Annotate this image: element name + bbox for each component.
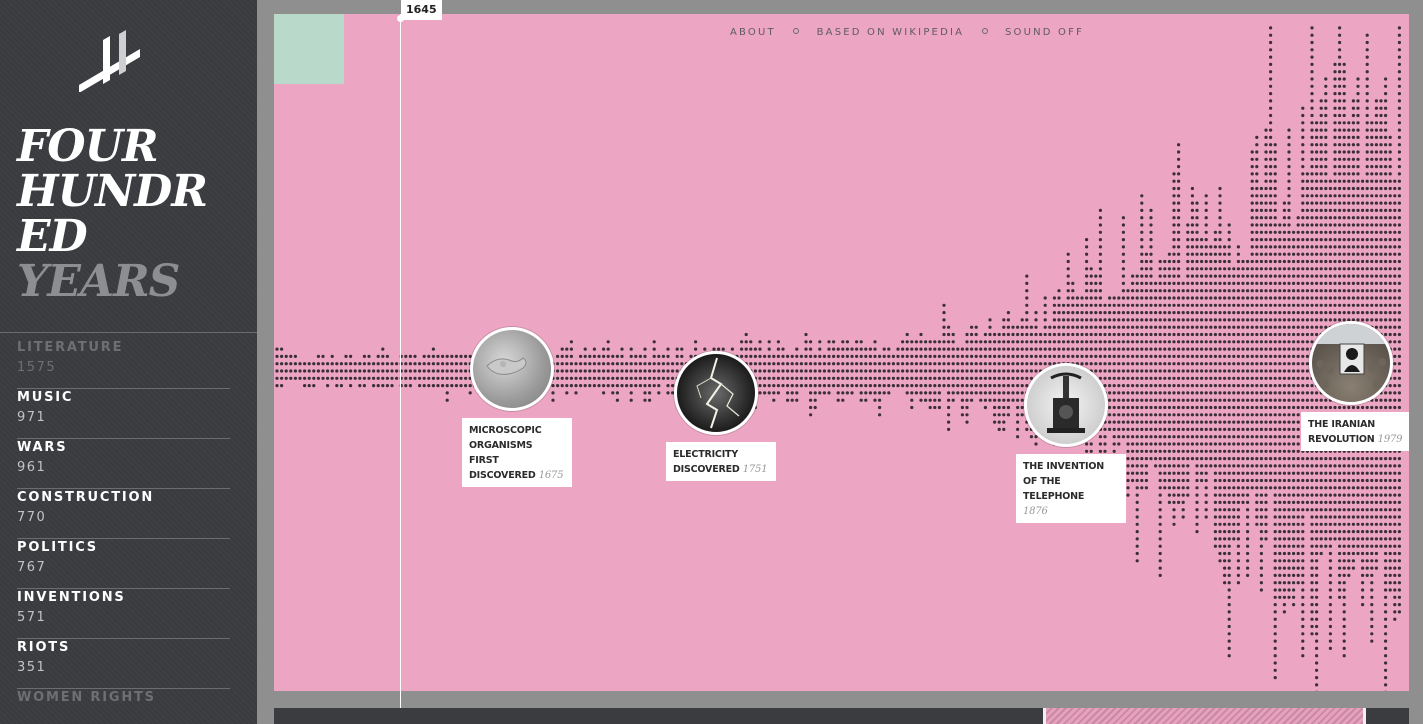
nav-separator-icon (981, 28, 988, 34)
category-count: 351 (17, 660, 47, 675)
category-count: 1575 (17, 360, 57, 375)
event-title: ELECTRICITY DISCOVERED (673, 449, 740, 475)
event-year: 1876 (1023, 506, 1048, 517)
sidebar: FOUR HUNDR ED YEARS LITERATURE 1575 MUSI… (0, 0, 257, 724)
event-label-iranian-revolution[interactable]: THE IRANIAN REVOLUTION 1979 (1301, 412, 1409, 451)
category-name: MUSIC (17, 390, 74, 405)
category-name: WOMEN RIGHTS (17, 690, 156, 705)
nav-wikipedia-link[interactable]: BASED ON WIKIPEDIA (817, 27, 965, 38)
sidebar-divider (0, 332, 257, 333)
category-count: 767 (17, 560, 47, 575)
microorganism-photo-icon (486, 357, 527, 375)
nav-separator-icon (793, 28, 800, 34)
category-women-rights[interactable]: WOMEN RIGHTS (17, 689, 230, 724)
category-name: CONSTRUCTION (17, 490, 155, 505)
nav-sound-toggle[interactable]: SOUND OFF (1005, 27, 1084, 38)
event-year: 1675 (538, 470, 564, 481)
event-label-microorganisms[interactable]: MICROSCOPIC ORGANISMS FIRST DISCOVERED 1… (462, 418, 572, 487)
event-label-telephone[interactable]: THE INVENTION OF THE TELEPHONE 1876 (1016, 454, 1126, 523)
event-title: THE INVENTION OF THE TELEPHONE (1023, 461, 1104, 502)
category-count: 971 (17, 410, 47, 425)
title-accent: YEARS (17, 256, 180, 307)
timeline-cursor-year: 1645 (401, 0, 442, 20)
category-name: LITERATURE (17, 340, 124, 355)
event-label-electricity[interactable]: ELECTRICITY DISCOVERED 1751 (666, 442, 776, 481)
category-name: POLITICS (17, 540, 98, 555)
app-title: FOUR HUNDR ED YEARS (17, 124, 247, 304)
event-title: THE IRANIAN REVOLUTION (1308, 419, 1376, 445)
category-count: 770 (17, 510, 47, 525)
category-name: WARS (17, 440, 68, 455)
top-nav: ABOUT BASED ON WIKIPEDIA SOUND OFF (730, 27, 1084, 38)
category-list: LITERATURE 1575 MUSIC 971 WARS 961 CONST… (17, 339, 230, 724)
category-count: 571 (17, 610, 47, 625)
event-image-telephone[interactable] (1024, 363, 1108, 447)
timeline-overview-window[interactable] (1043, 708, 1366, 724)
event-title: MICROSCOPIC ORGANISMS FIRST DISCOVERED (469, 425, 542, 481)
category-riots[interactable]: RIOTS 351 (17, 639, 230, 689)
title-line-1: FOUR (17, 121, 159, 172)
event-image-iranian-revolution[interactable] (1309, 321, 1393, 405)
nav-about-link[interactable]: ABOUT (730, 27, 776, 38)
category-politics[interactable]: POLITICS 767 (17, 539, 230, 589)
dot-waveform[interactable] (274, 14, 1409, 691)
category-music[interactable]: MUSIC 971 (17, 389, 230, 439)
revolution-portrait-photo-icon (1312, 324, 1390, 389)
category-literature[interactable]: LITERATURE 1575 (17, 339, 230, 389)
timeline-cursor-line[interactable] (400, 14, 401, 724)
category-construction[interactable]: CONSTRUCTION 770 (17, 489, 230, 539)
logo-icon[interactable] (76, 30, 142, 92)
title-line-3: ED (17, 211, 88, 262)
timeline-chart-panel[interactable]: ABOUT BASED ON WIKIPEDIA SOUND OFF MICRO… (274, 14, 1409, 691)
category-count: 961 (17, 460, 47, 475)
telephone-photo-icon (1047, 372, 1085, 433)
title-line-2: HUNDR (17, 166, 208, 217)
event-year: 1751 (742, 464, 768, 475)
category-name: INVENTIONS (17, 590, 126, 605)
lightning-photo-icon (696, 357, 740, 429)
waveform-dots (275, 26, 1401, 691)
event-year: 1979 (1377, 434, 1403, 445)
category-wars[interactable]: WARS 961 (17, 439, 230, 489)
category-inventions[interactable]: INVENTIONS 571 (17, 589, 230, 639)
category-name: RIOTS (17, 640, 71, 655)
event-image-electricity[interactable] (674, 351, 758, 435)
event-image-microorganisms[interactable] (470, 327, 554, 411)
